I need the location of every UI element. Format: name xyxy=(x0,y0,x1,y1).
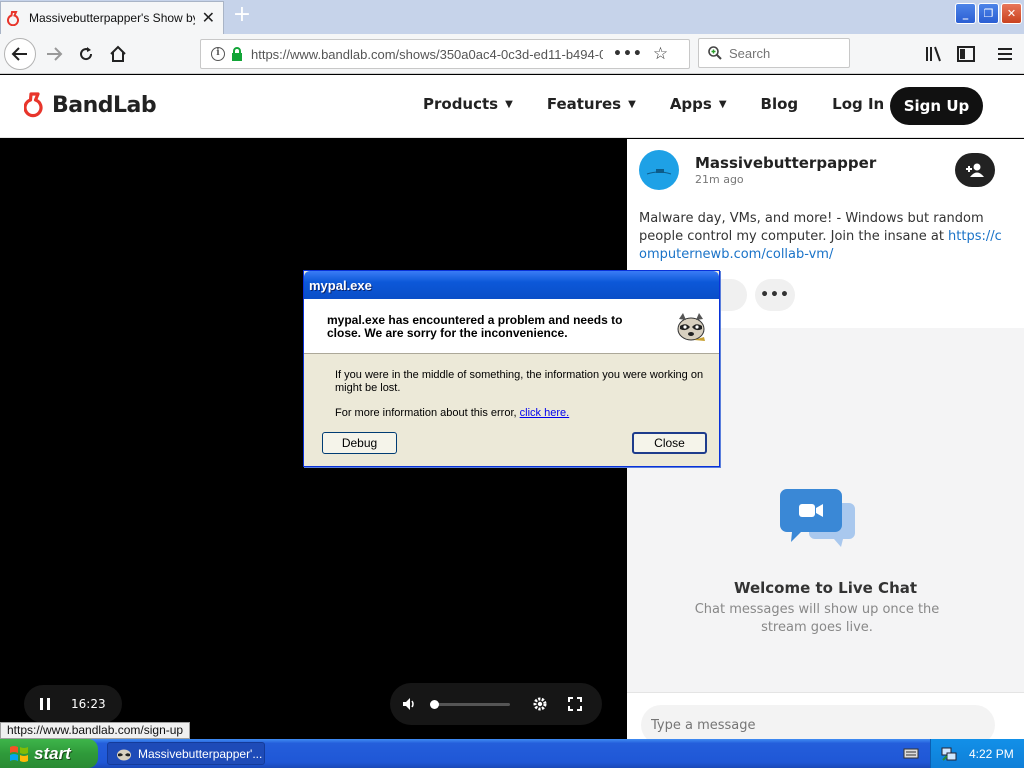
sidebar-icon[interactable] xyxy=(955,43,977,65)
settings-gear-icon[interactable] xyxy=(532,696,548,712)
search-input[interactable] xyxy=(729,45,839,61)
forward-arrow-icon xyxy=(47,47,63,61)
reload-icon xyxy=(80,47,93,61)
clock: 4:22 PM xyxy=(969,746,1014,761)
browser-tab[interactable]: Massivebutterpapper's Show by Massivebut… xyxy=(0,1,224,34)
site-nav: Products ▼ Features ▼ Apps ▼ Blog Log In xyxy=(423,95,918,113)
start-button[interactable]: start xyxy=(0,739,98,768)
close-button[interactable]: Close xyxy=(632,432,707,454)
bookmark-star-icon[interactable]: ☆ xyxy=(653,44,668,64)
volume-controls xyxy=(390,683,602,725)
dialog-more-info: For more information about this error, c… xyxy=(335,407,719,420)
chevron-down-icon: ▼ xyxy=(628,98,636,110)
window-controls: _ ❐ ✕ xyxy=(955,3,1022,24)
start-label: start xyxy=(34,743,71,763)
dialog-message: mypal.exe has encountered a problem and … xyxy=(327,313,623,340)
taskbar: start Massivebutterpapper'... 4:22 PM xyxy=(0,739,1024,768)
volume-icon[interactable] xyxy=(402,697,418,711)
chevron-down-icon: ▼ xyxy=(505,98,513,110)
dialog-titlebar[interactable]: mypal.exe xyxy=(304,271,719,299)
live-chat-icon xyxy=(780,489,855,547)
more-info-text: For more information about this error, xyxy=(335,407,520,419)
chat-subtitle: Chat messages will show up once the stre… xyxy=(694,602,940,635)
fullscreen-icon[interactable] xyxy=(568,697,582,711)
home-button[interactable] xyxy=(102,38,134,70)
taskbar-item-browser[interactable]: Massivebutterpapper'... xyxy=(107,742,265,765)
posted-time: 21m ago xyxy=(695,173,744,186)
username[interactable]: Massivebutterpapper xyxy=(695,154,876,172)
search-icon xyxy=(708,46,722,60)
tab-close-icon[interactable]: ✕ xyxy=(202,9,215,27)
navigation-toolbar: i https://www.bandlab.com/shows/350a0ac4… xyxy=(0,34,1024,74)
dialog-body-text: If you were in the middle of something, … xyxy=(335,369,704,394)
site-header: BandLab Products ▼ Features ▼ Apps ▼ Blog L… xyxy=(0,75,1024,138)
home-icon xyxy=(110,45,126,62)
volume-slider[interactable] xyxy=(430,699,510,709)
link-status-tooltip: https://www.bandlab.com/sign-up xyxy=(0,722,191,739)
raccoon-app-icon xyxy=(117,749,131,760)
forward-button[interactable] xyxy=(38,38,70,70)
dialog-body: If you were in the middle of something, … xyxy=(304,354,719,420)
description-text: Malware day, VMs, and more! - Windows bu… xyxy=(639,211,984,244)
debug-button[interactable]: Debug xyxy=(322,432,397,454)
nav-blog[interactable]: Blog xyxy=(761,95,799,113)
avatar[interactable] xyxy=(639,150,679,190)
taskbar-item-label: Massivebutterpapper'... xyxy=(138,746,263,761)
reload-button[interactable] xyxy=(70,38,102,70)
error-dialog: mypal.exe mypal.exe has encountered a pr… xyxy=(303,270,720,467)
nav-label: Features xyxy=(546,95,622,113)
windows-logo-icon xyxy=(10,745,28,762)
tab-strip: Massivebutterpapper's Show by Massivebut… xyxy=(0,0,1024,34)
library-icon[interactable] xyxy=(923,43,945,65)
raccoon-icon xyxy=(677,313,705,341)
back-button[interactable] xyxy=(4,38,36,70)
url-text[interactable]: https://www.bandlab.com/shows/350a0ac4-0… xyxy=(251,47,603,62)
url-bar[interactable]: i https://www.bandlab.com/shows/350a0ac4… xyxy=(200,39,690,69)
site-info-icon[interactable]: i xyxy=(211,47,225,61)
nav-label: Log In xyxy=(832,95,885,113)
nav-label: Apps xyxy=(669,95,712,113)
page-actions-icon[interactable]: ••• xyxy=(613,46,643,62)
show-description: Malware day, VMs, and more! - Windows bu… xyxy=(639,210,1005,264)
chat-welcome-title: Welcome to Live Chat xyxy=(733,579,918,597)
nav-label: Blog xyxy=(760,95,799,113)
close-window-icon[interactable]: ✕ xyxy=(1001,3,1022,24)
dialog-header: mypal.exe has encountered a problem and … xyxy=(304,299,719,354)
volume-knob[interactable] xyxy=(430,699,439,709)
nav-apps[interactable]: Apps ▼ xyxy=(670,95,727,113)
logo-text: BandLab xyxy=(52,92,157,118)
keyboard-icon[interactable] xyxy=(903,746,919,760)
bandlab-favicon-icon xyxy=(7,11,19,26)
new-tab-icon[interactable]: + xyxy=(231,4,253,28)
avatar-image-icon xyxy=(646,169,672,175)
chat-input-area xyxy=(627,692,1024,745)
bandlab-logo-icon xyxy=(24,92,43,118)
restore-icon[interactable]: ❐ xyxy=(978,3,999,24)
playback-time: 16:23 xyxy=(71,697,106,711)
follow-button[interactable] xyxy=(955,153,995,187)
playback-controls: 16:23 xyxy=(24,685,122,723)
minimize-icon[interactable]: _ xyxy=(955,3,976,24)
pause-icon[interactable] xyxy=(39,697,51,711)
nav-products[interactable]: Products ▼ xyxy=(423,95,513,113)
nav-features[interactable]: Features ▼ xyxy=(547,95,636,113)
back-arrow-icon xyxy=(11,47,27,61)
chevron-down-icon: ▼ xyxy=(718,98,727,110)
add-user-icon xyxy=(966,163,984,177)
nav-label: Products xyxy=(423,95,499,113)
dialog-title: mypal.exe xyxy=(309,277,372,293)
more-options-button[interactable]: ••• xyxy=(755,279,795,311)
nav-login[interactable]: Log In xyxy=(832,95,884,113)
system-tray: 4:22 PM xyxy=(930,739,1024,768)
menu-icon[interactable] xyxy=(994,43,1016,65)
lock-icon xyxy=(232,47,242,61)
search-box[interactable] xyxy=(698,38,850,68)
click-here-link[interactable]: click here. xyxy=(520,407,570,419)
bandlab-logo[interactable]: BandLab xyxy=(24,92,157,118)
sign-up-button[interactable]: Sign Up xyxy=(890,87,983,125)
network-icon[interactable] xyxy=(941,746,957,762)
tab-title: Massivebutterpapper's Show by Massivebut… xyxy=(29,11,195,25)
